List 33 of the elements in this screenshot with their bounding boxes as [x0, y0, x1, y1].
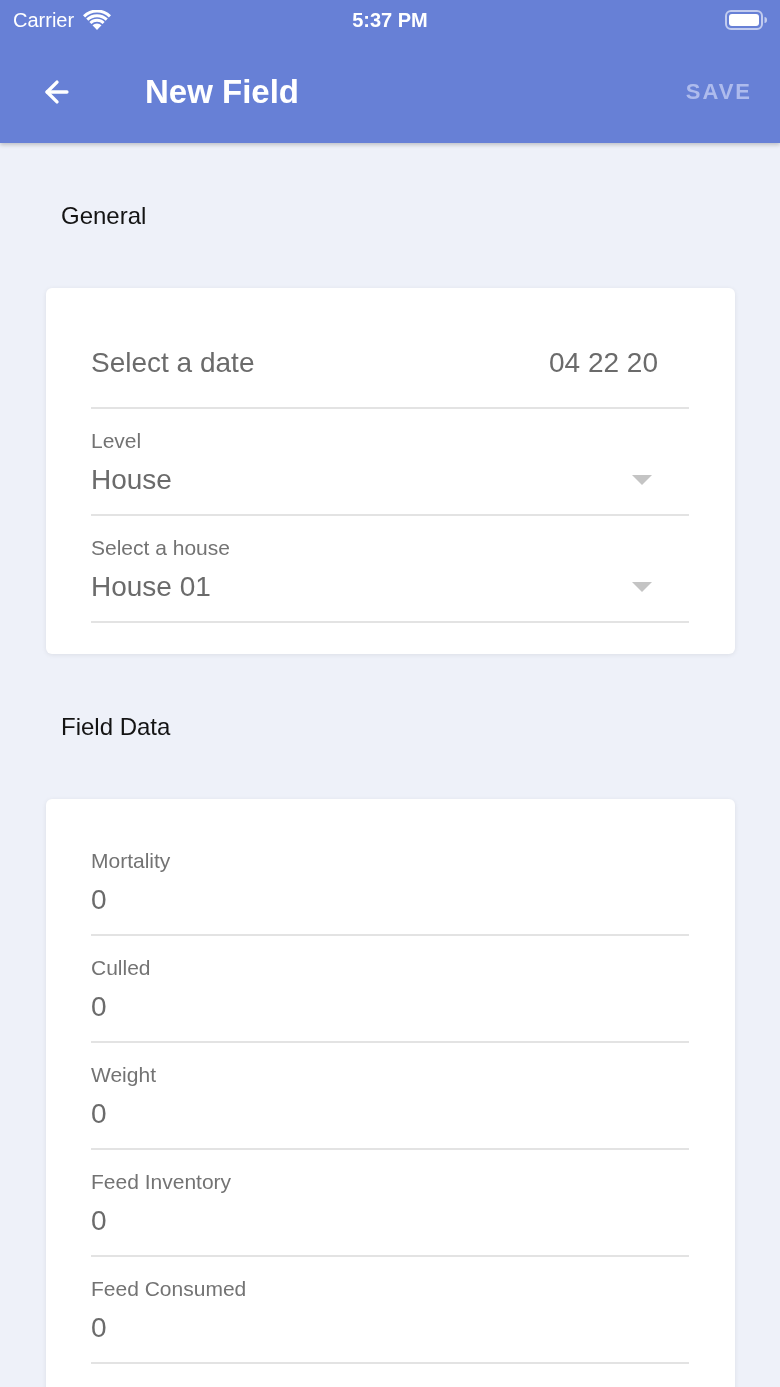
date-field[interactable]: Select a date 04 22 20	[91, 318, 689, 409]
number-field[interactable]: Feed Consumed 0	[91, 1257, 689, 1364]
dropdown-caret-icon	[632, 582, 652, 592]
field-label: Feed Inventory	[91, 1169, 232, 1195]
carrier-text: Carrier	[13, 8, 75, 33]
number-field[interactable]: Feed Inventory 0	[91, 1150, 689, 1257]
field-value: 0	[91, 883, 107, 917]
section-title: Field Data	[60, 712, 171, 742]
field-label: Level	[91, 428, 142, 454]
field-value: 0	[91, 990, 107, 1024]
battery-icon	[725, 10, 767, 30]
dropdown-caret-icon	[632, 475, 652, 485]
field-label: Weight	[91, 1062, 156, 1088]
section-title: General	[60, 201, 147, 231]
wifi-icon	[83, 10, 112, 30]
field-value: 0	[91, 1311, 107, 1345]
number-field[interactable]: Weight 0	[91, 1043, 689, 1150]
date-value: 04 22 20	[549, 345, 658, 380]
date-label: Select a date	[91, 345, 255, 380]
clock-time: 5:37 PM	[352, 8, 428, 33]
field-value: House 01	[91, 570, 211, 604]
page-title: New Field	[145, 71, 300, 112]
field-label: Select a house	[91, 535, 230, 561]
field-label: Culled	[91, 955, 151, 981]
dropdown-field[interactable]: Level House	[91, 409, 689, 516]
field-value: 0	[91, 1204, 107, 1238]
number-field[interactable]: Culled 0	[91, 936, 689, 1043]
dropdown-field[interactable]: Select a house House 01	[91, 516, 689, 623]
number-field[interactable]: Mortality 0	[91, 829, 689, 936]
field-value: House	[91, 463, 172, 497]
field-label: Feed Consumed	[91, 1276, 247, 1302]
field-label: Mortality	[91, 848, 171, 874]
field-value: 0	[91, 1097, 107, 1131]
